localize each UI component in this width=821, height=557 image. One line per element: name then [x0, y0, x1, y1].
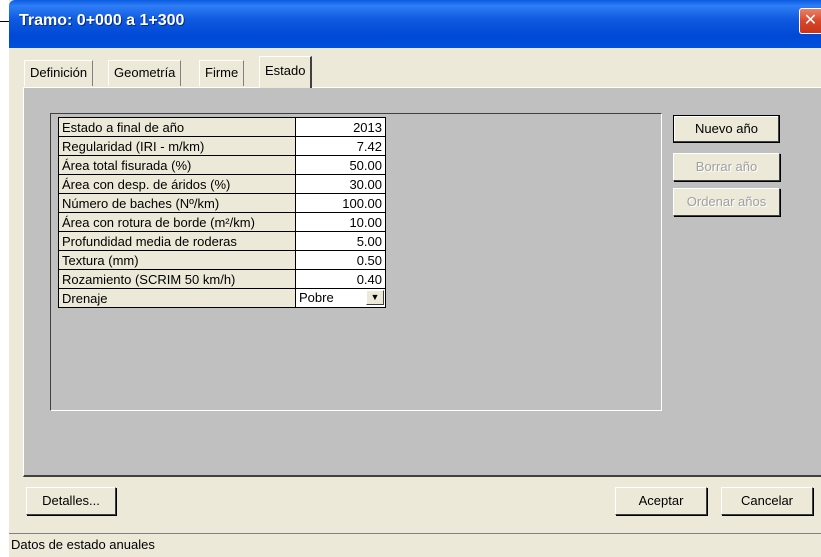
borrar-ano-button[interactable]: Borrar año: [673, 153, 780, 181]
table-row: Textura (mm) 0.50: [58, 250, 386, 270]
table-row: Área total fisurada (%) 50.00: [58, 155, 386, 175]
aceptar-button[interactable]: Aceptar: [615, 487, 707, 515]
value-cell[interactable]: 7.42: [295, 136, 386, 156]
row-label-drenaje: Drenaje: [58, 288, 296, 308]
value-cell[interactable]: 50.00: [295, 155, 386, 175]
tab-estado[interactable]: Estado: [259, 56, 313, 88]
dropdown-arrow-icon[interactable]: ▼: [366, 290, 384, 305]
ordenar-anos-button[interactable]: Ordenar años: [673, 188, 780, 216]
table-row: Regularidad (IRI - m/km) 7.42: [58, 136, 386, 156]
drenaje-select[interactable]: Pobre ▼: [295, 288, 386, 308]
row-label: Profundidad media de roderas: [58, 231, 296, 251]
tab-firme[interactable]: Firme: [199, 60, 245, 86]
window-title: Tramo: 0+000 a 1+300: [19, 12, 185, 29]
row-label: Textura (mm): [58, 250, 296, 270]
tab-definicion[interactable]: Definición: [24, 60, 94, 86]
value-cell[interactable]: 2013: [295, 117, 386, 137]
drenaje-selected-value: Pobre: [299, 290, 334, 305]
detalles-button[interactable]: Detalles...: [26, 487, 116, 515]
dialog-window: Tramo: 0+000 a 1+300 ✕ Definición Geomet…: [9, 0, 821, 557]
table-row: Número de baches (Nº/km) 100.00: [58, 193, 386, 213]
title-bar: Tramo: 0+000 a 1+300 ✕: [9, 0, 821, 48]
status-bar: Datos de estado anuales: [9, 533, 821, 557]
row-label: Rozamiento (SCRIM 50 km/h): [58, 269, 296, 289]
row-label: Área total fisurada (%): [58, 155, 296, 175]
value-cell[interactable]: 5.00: [295, 231, 386, 251]
table-row: Drenaje Pobre ▼: [58, 288, 386, 308]
value-cell[interactable]: 0.40: [295, 269, 386, 289]
nuevo-ano-button[interactable]: Nuevo año: [673, 115, 780, 143]
value-cell[interactable]: 0.50: [295, 250, 386, 270]
background-line: [0, 21, 9, 22]
close-button[interactable]: ✕: [799, 8, 821, 34]
estado-grid: Estado a final de año 2013 Regularidad (…: [58, 117, 386, 308]
table-row: Área con rotura de borde (m²/km) 10.00: [58, 212, 386, 232]
row-label: Estado a final de año: [58, 117, 296, 137]
table-row: Rozamiento (SCRIM 50 km/h) 0.40: [58, 269, 386, 289]
tab-geometria[interactable]: Geometría: [108, 60, 182, 86]
value-cell[interactable]: 100.00: [295, 193, 386, 213]
row-label: Área con rotura de borde (m²/km): [58, 212, 296, 232]
table-row: Profundidad media de roderas 5.00: [58, 231, 386, 251]
status-text: Datos de estado anuales: [11, 537, 155, 552]
row-label: Número de baches (Nº/km): [58, 193, 296, 213]
estado-grid-container: Estado a final de año 2013 Regularidad (…: [50, 113, 662, 411]
table-row: Área con desp. de áridos (%) 30.00: [58, 174, 386, 194]
value-cell[interactable]: 30.00: [295, 174, 386, 194]
value-cell[interactable]: 10.00: [295, 212, 386, 232]
row-label: Regularidad (IRI - m/km): [58, 136, 296, 156]
cancelar-button[interactable]: Cancelar: [721, 487, 813, 515]
row-label: Área con desp. de áridos (%): [58, 174, 296, 194]
table-row: Estado a final de año 2013: [58, 117, 386, 137]
close-icon: ✕: [803, 12, 818, 29]
